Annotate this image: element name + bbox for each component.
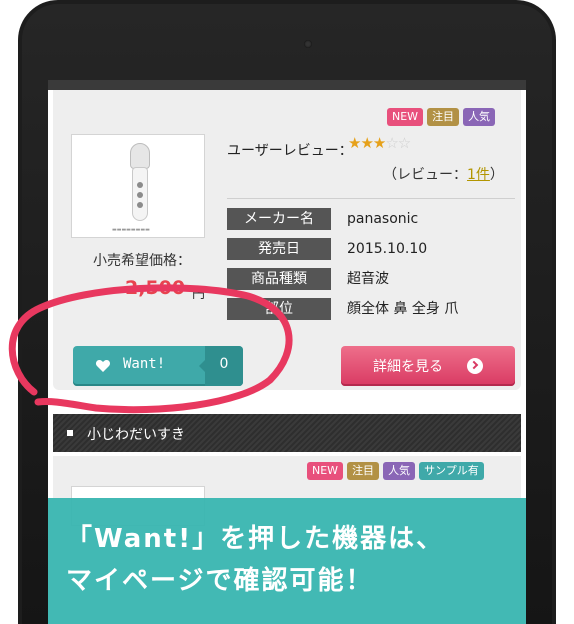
price-label: 小売希望価格： xyxy=(93,253,191,269)
banner-line-1: 「Want!」を押した機器は、 xyxy=(66,524,445,554)
want-button[interactable]: Want! 0 xyxy=(73,346,243,386)
star-filled-icon: ★★★ xyxy=(348,134,386,152)
badge-new: NEW xyxy=(387,108,424,126)
review-suffix: ） xyxy=(489,167,504,183)
chevron-right-icon xyxy=(467,358,483,374)
detail-label: 詳細を見る xyxy=(373,359,443,375)
price-unit: 円 xyxy=(192,287,206,302)
review-prefix: （レビュー： xyxy=(383,167,467,183)
info-banner: 「Want!」を押した機器は、 マイページで確認可能！ xyxy=(48,498,526,624)
review-count: （レビュー：1件） xyxy=(383,164,504,184)
product-card: NEW 注目 人気 ▬▬▬▬▬▬▬▬ 小売希望価格： 2,500 円 ユーザーレ… xyxy=(53,90,521,390)
spec-row-body-part: 部位 顔全体 鼻 全身 爪 xyxy=(227,298,515,320)
spec-key: 商品種類 xyxy=(227,268,331,290)
want-label: Want! xyxy=(123,356,166,372)
price-value: 2,500 xyxy=(125,277,186,299)
heart-icon xyxy=(95,360,111,372)
banner-line-2: マイページで確認可能！ xyxy=(66,566,374,596)
badge-popular: 人気 xyxy=(463,108,496,126)
spec-value: 2015.10.10 xyxy=(347,241,428,257)
rating-stars: ★★★☆☆ xyxy=(348,134,411,152)
camera-icon xyxy=(304,40,312,48)
spec-key: 発売日 xyxy=(227,238,331,260)
spec-key: 部位 xyxy=(227,298,331,320)
badge-group-2: NEW 注目 人気 サンプル有 xyxy=(307,462,484,480)
spec-row-release-date: 発売日 2015.10.10 xyxy=(227,238,515,260)
badge-sample: サンプル有 xyxy=(419,462,484,480)
want-count-box: 0 xyxy=(199,346,243,386)
badge-group: NEW 注目 人気 xyxy=(387,108,496,126)
product-image[interactable]: ▬▬▬▬▬▬▬▬ xyxy=(71,134,205,238)
review-label: ユーザーレビュー： xyxy=(227,143,353,159)
section-header: 小じわだいすき xyxy=(53,414,521,452)
want-count: 0 xyxy=(219,356,229,372)
badge-new: NEW xyxy=(307,462,344,480)
spec-value: 超音波 xyxy=(347,271,389,287)
section-title: 小じわだいすき xyxy=(87,427,185,443)
spec-key: メーカー名 xyxy=(227,208,331,230)
badge-popular: 人気 xyxy=(383,462,416,480)
spec-value: 顔全体 鼻 全身 爪 xyxy=(347,301,459,317)
device-caption-mark: ▬▬▬▬▬▬▬▬ xyxy=(112,227,150,233)
spec-value: panasonic xyxy=(347,211,419,227)
spec-divider xyxy=(227,198,515,199)
detail-button[interactable]: 詳細を見る xyxy=(341,346,515,386)
spec-row-maker: メーカー名 panasonic xyxy=(227,208,515,230)
section-bullet-icon xyxy=(67,430,73,436)
spec-row-product-type: 商品種類 超音波 xyxy=(227,268,515,290)
review-count-link[interactable]: 1件 xyxy=(467,167,490,183)
badge-featured: 注目 xyxy=(427,108,460,126)
badge-featured: 注目 xyxy=(347,462,380,480)
device-illustration xyxy=(130,143,150,223)
star-empty-icon: ☆☆ xyxy=(385,134,411,152)
top-bar xyxy=(48,80,526,90)
